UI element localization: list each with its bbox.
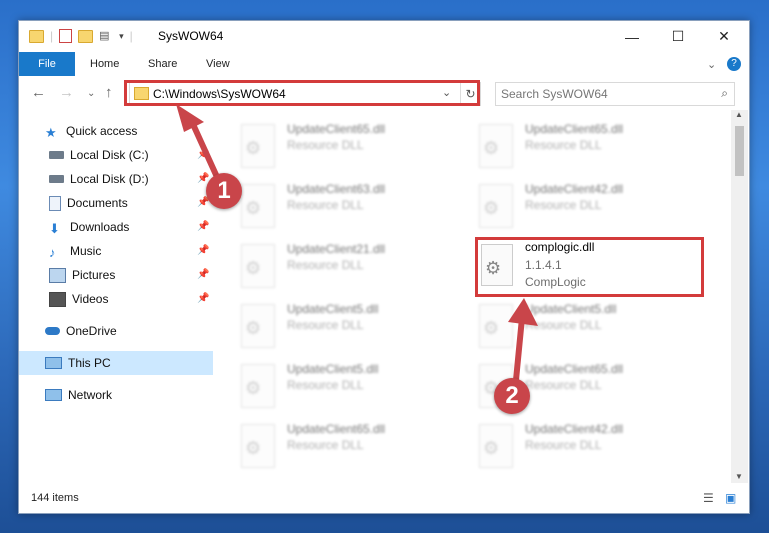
- arrow-2-head: [508, 298, 538, 326]
- arrow-2: [513, 315, 525, 383]
- step-2-badge: 2: [494, 378, 530, 414]
- step-1-badge: 1: [206, 173, 242, 209]
- arrow-1-head: [176, 104, 204, 132]
- annotation-arrows: [176, 104, 538, 383]
